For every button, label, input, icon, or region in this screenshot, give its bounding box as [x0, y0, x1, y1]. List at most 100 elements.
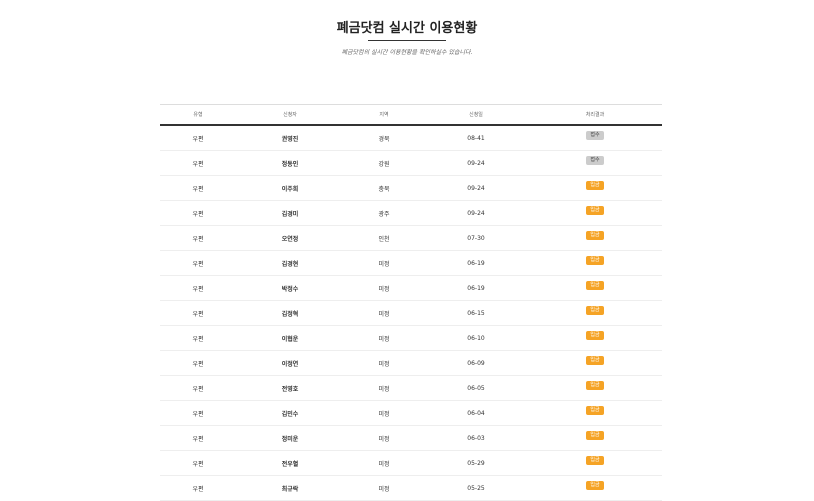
status-badge: 입금: [586, 205, 604, 215]
cell-status: 입금: [528, 375, 662, 401]
cell-date: 09-24: [424, 200, 528, 226]
cell-region: 미정: [344, 400, 424, 426]
cell-type: 우편: [160, 425, 236, 451]
cell-status: 입금: [528, 200, 662, 226]
cell-applicant: 김경미: [236, 200, 344, 226]
cell-status: 입금: [528, 300, 662, 326]
cell-type: 우편: [160, 200, 236, 226]
cell-region: 미정: [344, 425, 424, 451]
status-badge: 입금: [586, 280, 604, 290]
cell-date: 06-10: [424, 325, 528, 351]
cell-status: 입금: [528, 450, 662, 476]
status-badge: 입금: [586, 480, 604, 490]
cell-type: 우편: [160, 125, 236, 151]
table-row: 우편 정동인 강원 09-24 접수: [160, 150, 662, 176]
cell-date: 06-19: [424, 250, 528, 276]
table-row: 우편 이협운 미정 06-10 입금: [160, 325, 662, 351]
cell-applicant: 최규락: [236, 475, 344, 501]
cell-region: 강원: [344, 150, 424, 176]
cell-region: 미정: [344, 450, 424, 476]
cell-status: 접수: [528, 150, 662, 176]
table-row: 우편 김경미 광주 09-24 입금: [160, 200, 662, 226]
status-badge: 접수: [586, 155, 604, 165]
cell-applicant: 권영진: [236, 125, 344, 151]
cell-applicant: 정동인: [236, 150, 344, 176]
cell-type: 우편: [160, 375, 236, 401]
cell-date: 05-25: [424, 475, 528, 501]
cell-region: 인천: [344, 225, 424, 251]
cell-region: 미정: [344, 275, 424, 301]
cell-region: 미정: [344, 300, 424, 326]
status-badge: 접수: [586, 130, 604, 140]
cell-applicant: 오연정: [236, 225, 344, 251]
usage-table: 유형 신청자 지역 신청일 처리결과 우편 권영진 경북 08-41 접수 우편 정동인 강원…: [160, 104, 662, 501]
table-row: 우편 이주희 충북 09-24 입금: [160, 175, 662, 201]
cell-region: 광주: [344, 200, 424, 226]
table-row: 우편 김정혁 미정 06-15 입금: [160, 300, 662, 326]
status-badge: 입금: [586, 430, 604, 440]
cell-date: 06-03: [424, 425, 528, 451]
cell-type: 우편: [160, 250, 236, 276]
cell-applicant: 김정혁: [236, 300, 344, 326]
cell-type: 우편: [160, 450, 236, 476]
cell-region: 미정: [344, 475, 424, 501]
status-badge: 입금: [586, 405, 604, 415]
table-row: 우편 박정수 미정 06-19 입금: [160, 275, 662, 301]
column-header-status: 처리결과: [528, 104, 662, 126]
cell-status: 입금: [528, 425, 662, 451]
cell-date: 05-29: [424, 450, 528, 476]
cell-type: 우편: [160, 350, 236, 376]
cell-applicant: 김민수: [236, 400, 344, 426]
cell-date: 06-19: [424, 275, 528, 301]
cell-region: 미정: [344, 350, 424, 376]
cell-type: 우편: [160, 325, 236, 351]
status-badge: 입금: [586, 255, 604, 265]
table-row: 우편 김경현 미정 06-19 입금: [160, 250, 662, 276]
cell-region: 경북: [344, 125, 424, 151]
table-row: 우편 오연정 인천 07-30 입금: [160, 225, 662, 251]
column-header-type: 유형: [160, 104, 236, 126]
cell-date: 08-41: [424, 125, 528, 151]
cell-applicant: 전우혈: [236, 450, 344, 476]
table-body: 우편 권영진 경북 08-41 접수 우편 정동인 강원 09-24 접수 우편 이주희 충북 09-24…: [160, 125, 662, 501]
cell-date: 09-24: [424, 150, 528, 176]
cell-type: 우편: [160, 150, 236, 176]
title-underline: [368, 40, 446, 41]
table-row: 우편 정미운 미정 06-03 입금: [160, 425, 662, 451]
cell-date: 07-30: [424, 225, 528, 251]
cell-applicant: 김경현: [236, 250, 344, 276]
cell-type: 우편: [160, 300, 236, 326]
cell-region: 충북: [344, 175, 424, 201]
table-header-row: 유형 신청자 지역 신청일 처리결과: [160, 104, 662, 126]
status-badge: 입금: [586, 380, 604, 390]
cell-type: 우편: [160, 175, 236, 201]
cell-status: 입금: [528, 250, 662, 276]
status-badge: 입금: [586, 330, 604, 340]
cell-applicant: 이주희: [236, 175, 344, 201]
cell-status: 입금: [528, 350, 662, 376]
page: 폐금닷컴 실시간 이용현황 폐금닷컴의 실시간 이용현황을 확인하실수 있습니다…: [0, 0, 814, 501]
status-badge: 입금: [586, 305, 604, 315]
cell-applicant: 박정수: [236, 275, 344, 301]
page-subtitle: 폐금닷컴의 실시간 이용현황을 확인하실수 있습니다.: [341, 49, 473, 56]
cell-region: 미정: [344, 325, 424, 351]
column-header-region: 지역: [344, 104, 424, 126]
cell-type: 우편: [160, 400, 236, 426]
cell-status: 입금: [528, 225, 662, 251]
cell-status: 입금: [528, 475, 662, 501]
cell-region: 미정: [344, 250, 424, 276]
cell-type: 우편: [160, 225, 236, 251]
cell-status: 입금: [528, 175, 662, 201]
cell-status: 입금: [528, 275, 662, 301]
cell-status: 접수: [528, 125, 662, 151]
cell-type: 우편: [160, 275, 236, 301]
cell-region: 미정: [344, 375, 424, 401]
cell-status: 입금: [528, 400, 662, 426]
cell-date: 09-24: [424, 175, 528, 201]
cell-type: 우편: [160, 475, 236, 501]
table-row: 우편 권영진 경북 08-41 접수: [160, 125, 662, 151]
status-badge: 입금: [586, 455, 604, 465]
table-row: 우편 김민수 미정 06-04 입금: [160, 400, 662, 426]
cell-applicant: 이협운: [236, 325, 344, 351]
cell-date: 06-15: [424, 300, 528, 326]
